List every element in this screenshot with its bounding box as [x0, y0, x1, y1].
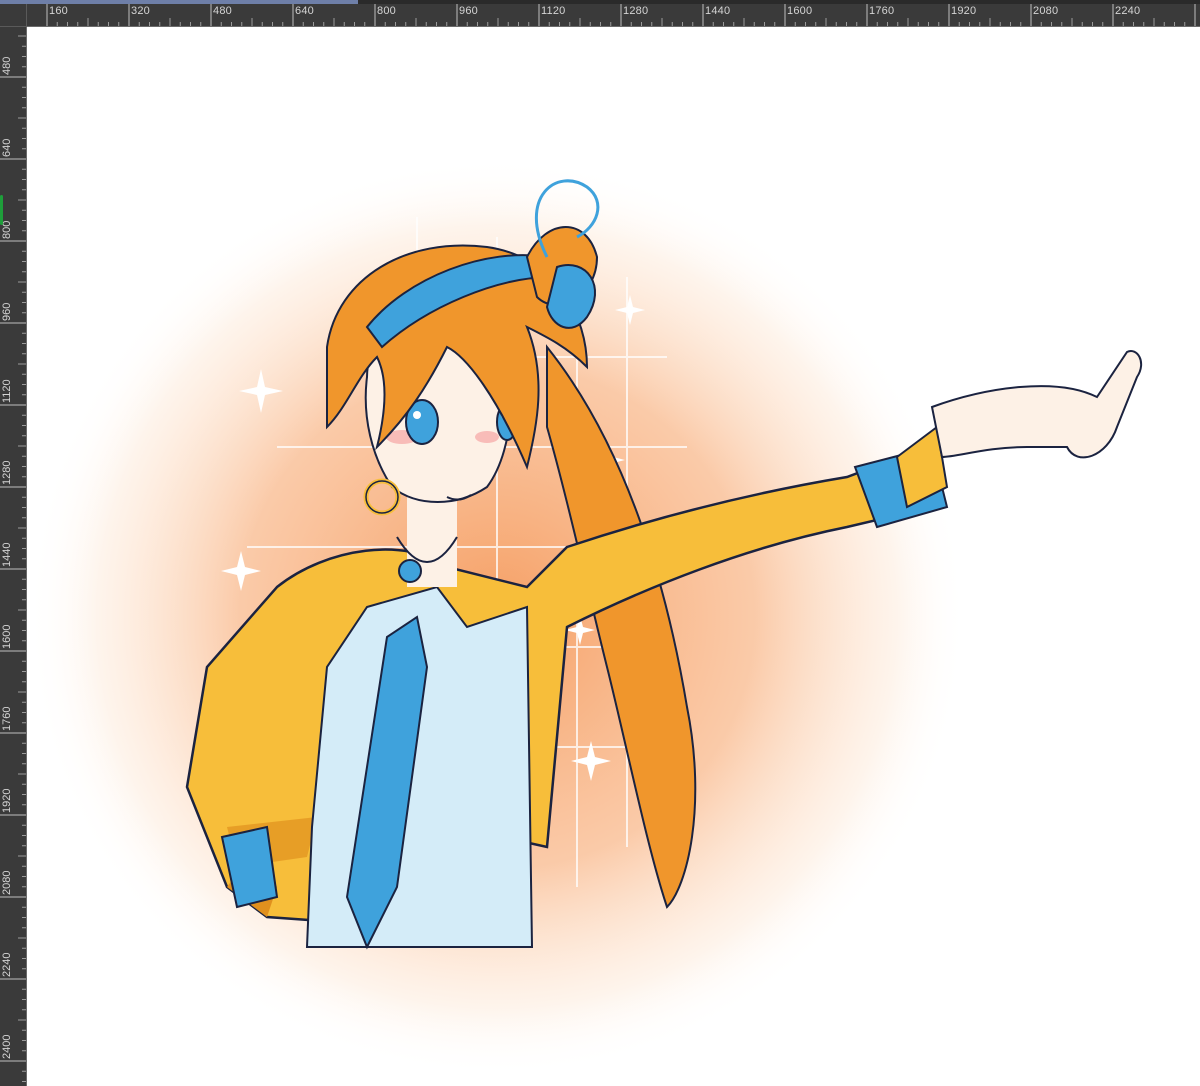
ruler-label: 2080 — [1033, 5, 1059, 17]
ruler-label: 1280 — [623, 5, 649, 17]
ruler-label: 1440 — [705, 5, 731, 17]
ruler-label: 1920 — [1, 788, 13, 813]
character-illustration — [27, 157, 1143, 1077]
ruler-label: 1760 — [869, 5, 895, 17]
ruler-label: 800 — [377, 5, 396, 17]
pointing-hand — [930, 350, 1143, 459]
ruler-label: 960 — [1, 302, 13, 321]
ruler-label: 1440 — [1, 542, 13, 567]
ruler-corner — [0, 4, 27, 27]
ruler-label: 320 — [131, 5, 150, 17]
ruler-label: 640 — [1, 138, 13, 157]
ruler-label: 160 — [49, 5, 68, 17]
ruler-label: 1600 — [787, 5, 813, 17]
ruler-label: 1920 — [951, 5, 977, 17]
ruler-label: 2240 — [1, 952, 13, 977]
ruler-label: 1600 — [1, 624, 13, 649]
ruler-label: 1760 — [1, 706, 13, 731]
ruler-label: 960 — [459, 5, 478, 17]
vertical-ruler[interactable]: 480 640 800 960 1120 1280 1440 1600 1760 1920 2080… — [0, 27, 27, 1086]
ruler-label: 2240 — [1115, 5, 1141, 17]
pendant — [398, 559, 422, 583]
ruler-label: 1280 — [1, 460, 13, 485]
ruler-label: 640 — [295, 5, 314, 17]
horizontal-ruler[interactable]: 160 320 480 640 800 960 1120 1280 1440 1600 1760 19… — [27, 4, 1200, 27]
ruler-label: 480 — [213, 5, 232, 17]
ruler-label: 2400 — [1, 1034, 13, 1059]
ruler-label: 1120 — [1, 379, 13, 403]
ruler-label: 2080 — [1, 870, 13, 895]
ruler-label: 480 — [1, 56, 13, 75]
drawing-canvas[interactable] — [27, 27, 1200, 1086]
ruler-label: 1120 — [541, 5, 566, 17]
horizontal-ruler-ticks — [46, 4, 1196, 26]
layer-indicator-marker — [0, 195, 3, 225]
